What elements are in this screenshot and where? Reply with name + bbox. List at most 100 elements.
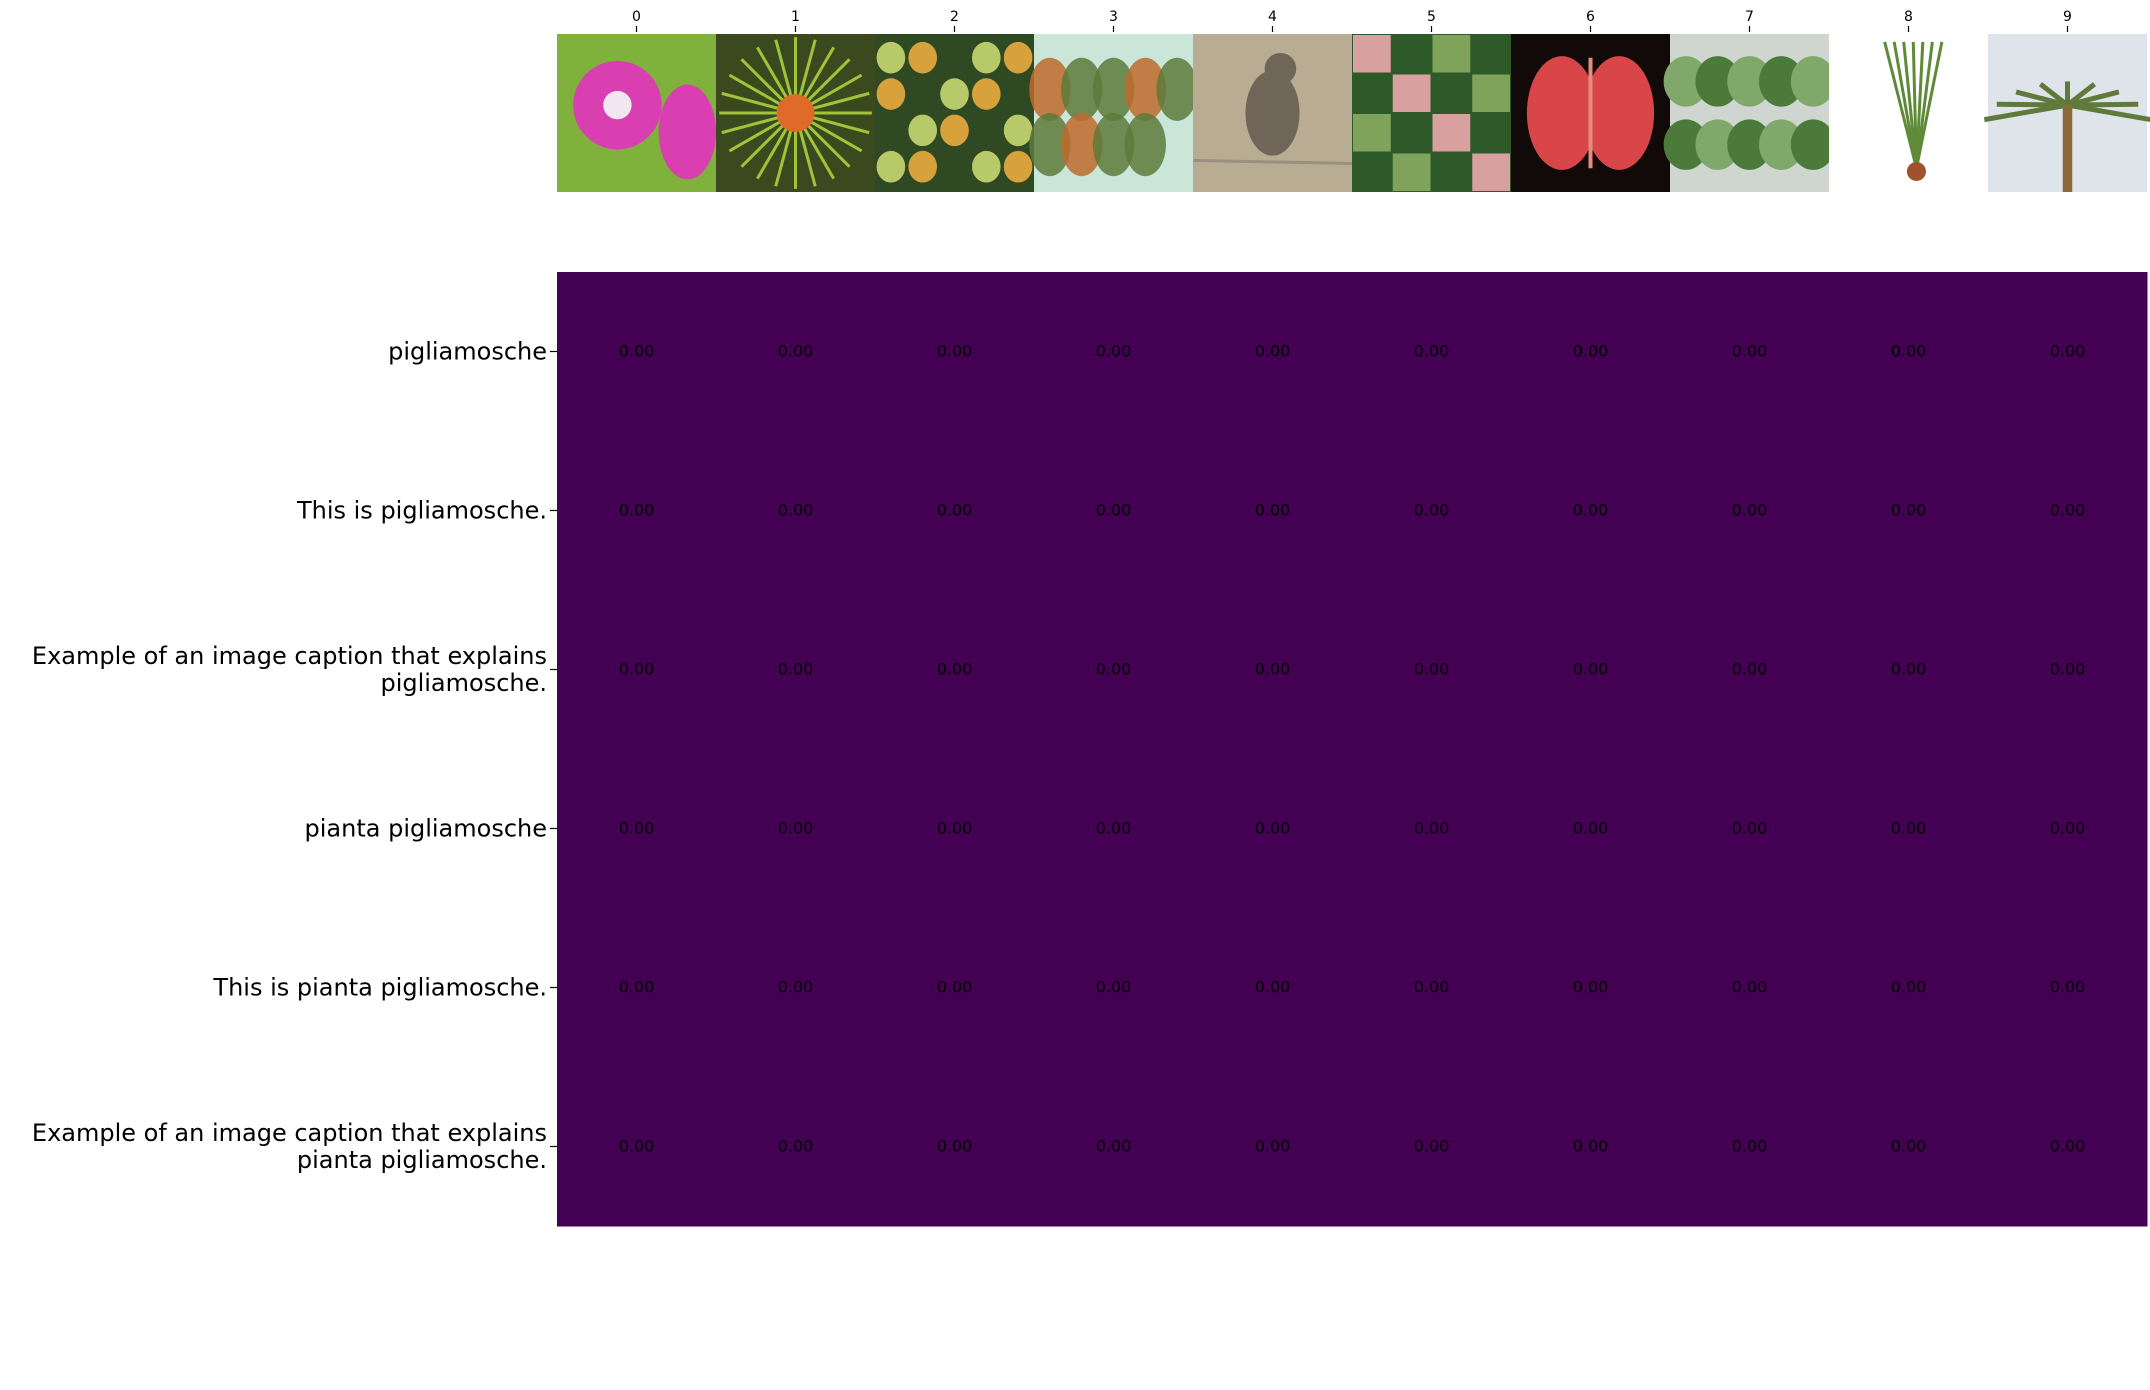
cell-value: 0.00 (1414, 978, 1450, 997)
x-tick-label: 6 (1586, 9, 1595, 25)
cell-value: 0.00 (1096, 819, 1132, 838)
column-image-0 (557, 34, 716, 192)
collage-tile (1392, 74, 1431, 112)
x-tick-labels: 0 1 2 3 4 5 6 7 8 9 (632, 9, 2072, 32)
cell-value: 0.00 (1414, 342, 1450, 361)
collage-tile (1353, 35, 1391, 73)
vegetable (876, 150, 906, 183)
cell-value: 0.00 (619, 819, 655, 838)
cell-value: 0.00 (937, 660, 973, 679)
column-image-4 (1192, 34, 1353, 192)
cell-value: 0.00 (1732, 660, 1768, 679)
column-image-8 (1829, 34, 1988, 192)
vegetable (1003, 41, 1033, 74)
collage-tile (1432, 114, 1471, 152)
column-image-2 (875, 34, 1034, 192)
y-tick-label-line: pigliamosche (388, 338, 547, 366)
collage-tile (1353, 153, 1391, 191)
x-tick-label: 7 (1745, 9, 1754, 25)
collage-tile (1392, 35, 1431, 73)
flower-center (603, 90, 632, 120)
vegetable (971, 78, 1001, 110)
collage-tile (1432, 35, 1471, 73)
cell-value: 0.00 (2050, 819, 2086, 838)
x-tick-label: 5 (1427, 9, 1436, 25)
cell-value: 0.00 (619, 660, 655, 679)
vegetable (940, 41, 969, 74)
vegetable (971, 150, 1001, 183)
collage-tile (1392, 153, 1431, 191)
column-image-9 (1983, 34, 2150, 192)
cell-value: 0.00 (1732, 819, 1768, 838)
y-tick-label: This is pigliamosche. (296, 497, 547, 525)
collage-tile (1353, 114, 1391, 152)
cell-value: 0.00 (1732, 978, 1768, 997)
y-tick-label: Example of an image caption that explain… (32, 642, 547, 697)
y-tick-labels: pigliamosche This is pigliamosche. Example… (32, 338, 557, 1174)
vegetable (971, 114, 1001, 147)
collage-tile (1432, 153, 1471, 191)
cell-value: 0.00 (2050, 978, 2086, 997)
leaf (1790, 119, 1836, 170)
cell-value: 0.00 (1573, 501, 1609, 520)
heatmap-grid (557, 272, 2148, 1227)
collage-tile (1432, 74, 1471, 112)
cell-value: 0.00 (619, 501, 655, 520)
y-tick-label: pigliamosche (388, 338, 547, 366)
cell-value: 0.00 (1414, 501, 1450, 520)
cell-value: 0.00 (778, 819, 814, 838)
vegetable (876, 41, 906, 74)
column-image-6 (1511, 34, 1670, 192)
column-image-7 (1663, 34, 1836, 192)
collage-tile (1392, 114, 1431, 152)
cell-value: 0.00 (1255, 660, 1291, 679)
flytrap-lobe (1584, 56, 1655, 170)
flower-shape (658, 84, 716, 180)
plant-center (776, 94, 815, 132)
cell-value: 0.00 (1096, 342, 1132, 361)
cell-value: 0.00 (778, 501, 814, 520)
y-tick-label-line: pigliamosche. (380, 669, 547, 697)
vegetable (908, 150, 938, 183)
cell-value: 0.00 (937, 501, 973, 520)
y-tick-label-line: pianta pigliamosche. (297, 1146, 547, 1174)
cell-value: 0.00 (1414, 819, 1450, 838)
cell-value: 0.00 (2050, 660, 2086, 679)
vegetable (908, 41, 938, 74)
cell-value: 0.00 (1573, 1137, 1609, 1156)
vegetable (940, 114, 969, 147)
cell-value: 0.00 (1732, 342, 1768, 361)
cell-value: 0.00 (1891, 342, 1927, 361)
cell-value: 0.00 (1255, 342, 1291, 361)
x-tick-label: 3 (1109, 9, 1118, 25)
column-image-3 (1029, 34, 1198, 192)
cell-value: 0.00 (1573, 978, 1609, 997)
column-image-strip (557, 34, 2150, 192)
cell-value: 0.00 (937, 819, 973, 838)
y-tick-label-line: pianta pigliamosche (305, 815, 547, 843)
vegetable (908, 78, 938, 110)
cell-value: 0.00 (1891, 1137, 1927, 1156)
cell-value: 0.00 (1891, 501, 1927, 520)
plant-illustration (1156, 57, 1198, 121)
x-tick-label: 4 (1268, 9, 1277, 25)
cell-value: 0.00 (1414, 1137, 1450, 1156)
cell-value: 0.00 (1732, 501, 1768, 520)
plant-illustration (1124, 113, 1166, 177)
x-tick-label: 2 (950, 9, 959, 25)
cell-value: 0.00 (778, 1137, 814, 1156)
cell-value: 0.00 (1255, 501, 1291, 520)
bird-body (1245, 70, 1300, 156)
cell-value: 0.00 (1573, 660, 1609, 679)
column-image-5 (1352, 34, 1511, 192)
collage-tile (1472, 153, 1510, 191)
cell-value: 0.00 (619, 978, 655, 997)
leaf (1790, 56, 1836, 107)
collage-tile (1353, 74, 1391, 112)
cell-value: 0.00 (619, 1137, 655, 1156)
y-tick-label-line: This is pianta pigliamosche. (212, 974, 547, 1002)
cell-value: 0.00 (1255, 819, 1291, 838)
cell-value: 0.00 (937, 342, 973, 361)
cell-value: 0.00 (1096, 978, 1132, 997)
cell-value: 0.00 (1573, 819, 1609, 838)
